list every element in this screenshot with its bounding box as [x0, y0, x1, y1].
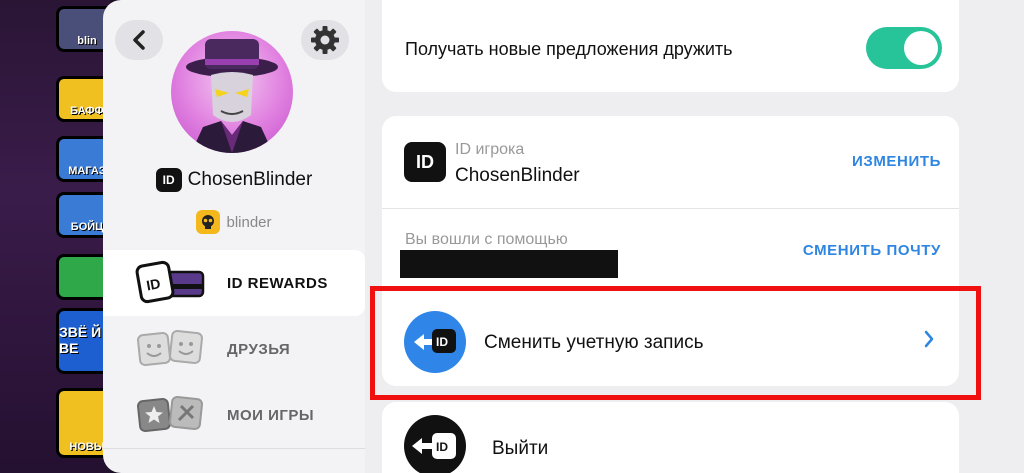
switch-account-label: Сменить учетную запись	[484, 332, 704, 353]
logout-icon: ID	[404, 415, 466, 473]
game-shop-button[interactable]: МАГАЗ	[56, 136, 110, 182]
suggest-friends-label: Получать новые предложения дружить	[405, 39, 733, 59]
game-trophy-button[interactable]	[56, 254, 110, 300]
suggest-friends-toggle[interactable]	[866, 27, 942, 69]
chevron-right-icon	[924, 330, 934, 348]
nav-label: МОИ ИГРЫ	[227, 406, 315, 424]
game-account-name: blinder	[226, 213, 272, 231]
logout-card[interactable]: ID Выйти	[382, 402, 959, 473]
game-button-label: БАФФ	[70, 105, 104, 117]
account-content: Получать новые предложения дружить ID ID…	[365, 0, 1024, 473]
nav-divider	[103, 448, 365, 449]
my-games-icon	[135, 392, 205, 438]
player-id-value: ChosenBlinder	[455, 165, 580, 186]
avatar-character-image	[186, 39, 278, 153]
toggle-knob	[904, 31, 938, 65]
game-background: blin БАФФ МАГАЗ БОЙЦ ЗВЁ Й ВЕ НОВЫ	[0, 0, 110, 473]
switch-account-button[interactable]: ID Сменить учетную запись	[382, 289, 959, 384]
id-rewards-icon: ID	[135, 260, 205, 306]
back-button[interactable]	[115, 20, 163, 60]
profile-name-row: ID ChosenBlinder	[103, 168, 365, 192]
game-button-label: МАГАЗ	[68, 165, 106, 177]
svg-text:ID: ID	[436, 440, 448, 454]
svg-text:ID: ID	[145, 275, 162, 293]
nav-item-friends[interactable]: ДРУЗЬЯ	[103, 316, 365, 382]
game-starr-button[interactable]: ЗВЁ Й ВЕ	[56, 308, 110, 374]
friend-suggestions-card: Получать новые предложения дружить	[382, 0, 959, 92]
gear-icon	[311, 26, 339, 54]
game-button-label: БОЙЦ	[70, 221, 104, 233]
nav-item-my-games[interactable]: МОИ ИГРЫ	[103, 382, 365, 448]
nav-label: ID REWARDS	[227, 274, 328, 292]
redacted-email	[400, 250, 618, 278]
chevron-left-icon	[133, 30, 145, 50]
profile-name: ChosenBlinder	[187, 169, 313, 190]
nav-item-id-rewards[interactable]: ID ID REWARDS	[103, 250, 365, 316]
switch-account-icon: ID	[404, 311, 466, 373]
game-button-label: НОВЫ	[69, 441, 105, 453]
avatar[interactable]	[171, 31, 293, 153]
svg-text:ID: ID	[436, 335, 448, 349]
change-email-button[interactable]: СМЕНИТЬ ПОЧТУ	[803, 242, 941, 259]
account-card: ID ID игрока ChosenBlinder ИЗМЕНИТЬ Вы в…	[382, 116, 959, 386]
change-id-button[interactable]: ИЗМЕНИТЬ	[852, 153, 941, 170]
login-method-caption: Вы вошли с помощью	[405, 231, 568, 248]
nav-label: ДРУЗЬЯ	[227, 340, 291, 358]
game-account-row: blinder	[103, 210, 365, 234]
settings-button[interactable]	[301, 20, 349, 60]
brawl-stars-skull-icon	[196, 210, 221, 234]
divider	[382, 208, 959, 209]
logout-label: Выйти	[492, 438, 549, 459]
game-profile-button[interactable]: blin	[56, 6, 110, 52]
friends-icon	[135, 326, 205, 372]
game-brawlers-button[interactable]: БОЙЦ	[56, 192, 110, 238]
id-badge: ID	[155, 168, 182, 192]
id-side-panel: ID ChosenBlinder blinder ID ID REWARDS Д…	[103, 0, 365, 473]
side-nav: ID ID REWARDS ДРУЗЬЯ МОИ ИГРЫ	[103, 250, 365, 449]
game-news-button[interactable]: НОВЫ	[56, 388, 110, 458]
game-button-label: blin	[77, 35, 97, 47]
game-buffs-button[interactable]: БАФФ	[56, 76, 110, 122]
id-badge: ID	[404, 142, 446, 182]
player-id-caption: ID игрока	[455, 141, 525, 158]
